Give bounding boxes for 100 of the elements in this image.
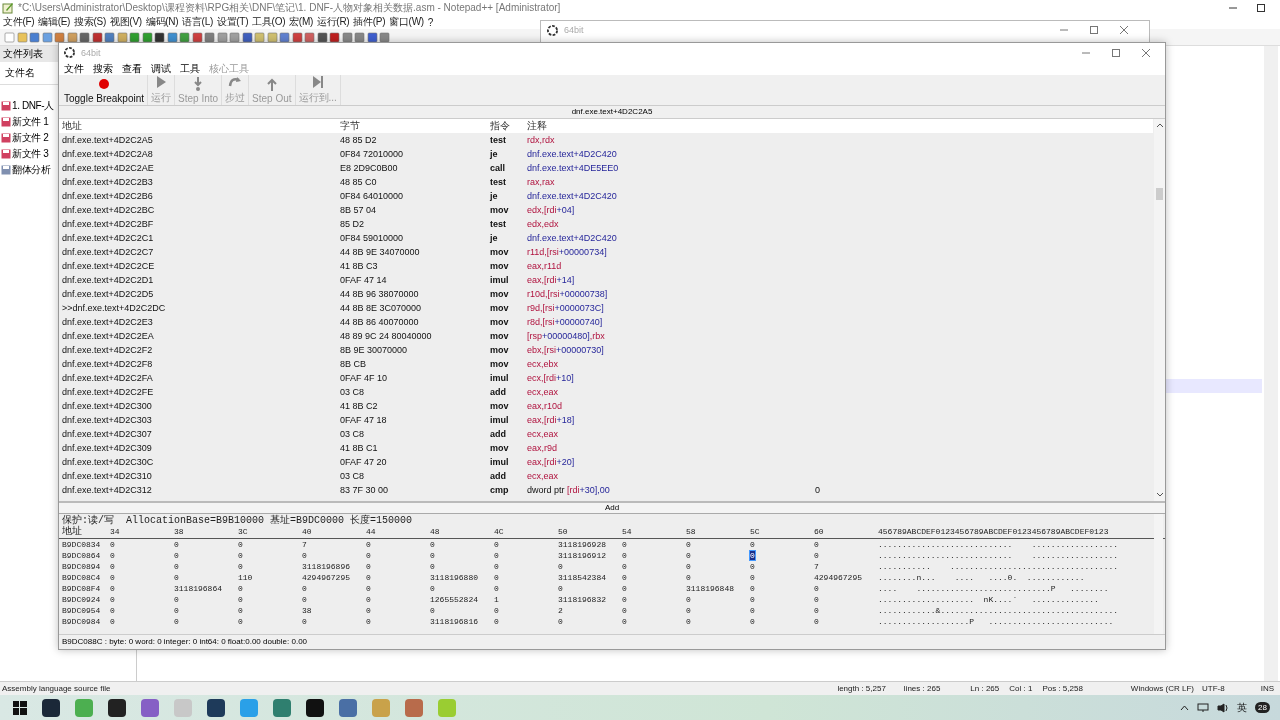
menu-item[interactable]: 窗口(W) bbox=[389, 15, 424, 29]
value-cell[interactable]: 2 bbox=[558, 606, 563, 615]
value-cell[interactable]: 0 bbox=[622, 573, 627, 582]
toolbar-button[interactable]: Toggle Breakpoint bbox=[61, 75, 149, 105]
column-header[interactable]: 字节 bbox=[340, 119, 490, 133]
scrollbar[interactable] bbox=[1154, 119, 1165, 501]
value-cell[interactable]: 0 bbox=[750, 573, 755, 582]
menu-item[interactable]: 文件(F) bbox=[3, 15, 35, 29]
value-cell[interactable]: 1265552824 bbox=[430, 595, 478, 604]
value-cell[interactable]: 0 bbox=[750, 540, 755, 549]
value-cell[interactable]: 0 bbox=[174, 573, 179, 582]
value-cell[interactable]: 0 bbox=[750, 595, 755, 604]
file-item[interactable]: 新文件 3 bbox=[12, 147, 49, 161]
value-cell[interactable]: 0 bbox=[174, 595, 179, 604]
input-language[interactable]: 英 bbox=[1237, 700, 1248, 715]
scrollbar-thumb[interactable] bbox=[1156, 188, 1163, 200]
value-cell[interactable]: 4294967295 bbox=[814, 573, 862, 582]
value-cell[interactable]: 0 bbox=[238, 595, 243, 604]
value-cell[interactable]: 0 bbox=[366, 562, 371, 571]
speaker-icon[interactable] bbox=[1217, 702, 1230, 713]
toolbar-icon[interactable] bbox=[91, 31, 103, 43]
value-cell[interactable]: 0 bbox=[366, 606, 371, 615]
value-cell[interactable]: 0 bbox=[558, 584, 563, 593]
value-cell[interactable]: 0 bbox=[430, 606, 435, 615]
value-cell[interactable]: 0 bbox=[238, 551, 243, 560]
value-cell[interactable]: 0 bbox=[110, 562, 115, 571]
menu-item[interactable]: 调试 bbox=[151, 61, 171, 76]
menu-item[interactable]: 搜索(S) bbox=[74, 15, 106, 29]
value-cell[interactable]: 0 bbox=[622, 595, 627, 604]
value-cell[interactable]: 0 bbox=[110, 551, 115, 560]
value-cell[interactable]: 0 bbox=[430, 584, 435, 593]
value-cell[interactable]: 0 bbox=[814, 540, 819, 549]
value-cell[interactable]: 0 bbox=[174, 606, 179, 615]
value-cell[interactable]: 0 bbox=[814, 595, 819, 604]
toolbar-icon[interactable] bbox=[316, 31, 328, 43]
value-cell[interactable]: 0 bbox=[110, 606, 115, 615]
menu-item[interactable]: 运行(R) bbox=[316, 15, 350, 29]
scroll-up-icon[interactable] bbox=[1155, 122, 1164, 128]
value-cell[interactable]: 0 bbox=[622, 584, 627, 593]
file-item[interactable]: 新文件 1 bbox=[12, 115, 49, 129]
value-cell[interactable]: 0 bbox=[110, 595, 115, 604]
add-button[interactable]: Add bbox=[59, 503, 1165, 514]
value-cell[interactable]: 3118196848 bbox=[686, 584, 734, 593]
menu-item[interactable]: ? bbox=[427, 16, 434, 28]
value-cell[interactable]: 0 bbox=[494, 573, 499, 582]
value-cell[interactable]: 0 bbox=[686, 551, 691, 560]
menu-item[interactable]: 工具 bbox=[180, 61, 200, 76]
value-cell[interactable]: 0 bbox=[238, 562, 243, 571]
value-cell[interactable]: 0 bbox=[430, 540, 435, 549]
menu-item[interactable]: 设置(T) bbox=[216, 15, 249, 29]
value-cell[interactable]: 3118196896 bbox=[302, 562, 350, 571]
value-cell[interactable]: 0 bbox=[686, 562, 691, 571]
menu-item[interactable]: 搜索 bbox=[93, 61, 113, 76]
value-cell[interactable]: 7 bbox=[302, 540, 307, 549]
value-cell[interactable]: 0 bbox=[366, 584, 371, 593]
value-cell[interactable]: 0 bbox=[558, 562, 563, 571]
value-cell[interactable]: 0 bbox=[750, 606, 755, 615]
menu-item[interactable]: 编码(N) bbox=[145, 15, 179, 29]
menu-item[interactable]: 语言(L) bbox=[182, 15, 213, 29]
column-header[interactable]: 地址 bbox=[62, 119, 340, 133]
app-icon[interactable] bbox=[42, 698, 60, 717]
value-cell[interactable]: 0 bbox=[366, 573, 371, 582]
file-item[interactable]: 新文件 2 bbox=[12, 131, 49, 145]
value-cell[interactable]: 3118196832 bbox=[558, 595, 606, 604]
value-cell[interactable]: 3118196816 bbox=[430, 617, 478, 626]
close-icon[interactable] bbox=[1119, 25, 1129, 35]
value-cell[interactable]: 0 bbox=[302, 551, 307, 560]
value-cell[interactable]: 0 bbox=[174, 562, 179, 571]
scroll-down-icon[interactable] bbox=[1155, 492, 1164, 498]
app-icon[interactable] bbox=[108, 698, 126, 717]
toolbar-icon[interactable] bbox=[241, 31, 253, 43]
close-icon[interactable] bbox=[1141, 47, 1151, 58]
value-cell[interactable]: 0 bbox=[750, 551, 755, 560]
notification-badge[interactable]: 28 bbox=[1255, 702, 1270, 713]
value-cell[interactable]: 0 bbox=[686, 595, 691, 604]
value-cell[interactable]: 0 bbox=[494, 584, 499, 593]
value-cell[interactable]: 3118196912 bbox=[558, 551, 606, 560]
value-cell[interactable]: 0 bbox=[366, 551, 371, 560]
value-cell[interactable]: 0 bbox=[494, 540, 499, 549]
value-cell[interactable]: 0 bbox=[494, 562, 499, 571]
toolbar-icon[interactable] bbox=[366, 31, 378, 43]
value-cell[interactable]: 0 bbox=[622, 562, 627, 571]
menu-item[interactable]: 编辑(E) bbox=[38, 15, 71, 29]
value-cell[interactable]: 110 bbox=[238, 573, 253, 582]
value-cell[interactable]: 0 bbox=[814, 606, 819, 615]
value-cell[interactable]: 0 bbox=[238, 540, 243, 549]
scrollbar[interactable] bbox=[1264, 46, 1278, 681]
value-cell[interactable]: 0 bbox=[302, 584, 307, 593]
value-cell[interactable]: 0 bbox=[430, 551, 435, 560]
value-cell[interactable]: 0 bbox=[750, 617, 755, 626]
value-cell[interactable]: 3118196928 bbox=[558, 540, 606, 549]
value-cell[interactable]: 0 bbox=[494, 617, 499, 626]
windows-start-icon[interactable] bbox=[13, 700, 27, 715]
caret-icon[interactable] bbox=[1180, 703, 1190, 712]
file-item[interactable]: 1. DNF-人 bbox=[12, 99, 54, 113]
toolbar-icon[interactable] bbox=[191, 31, 203, 43]
value-cell[interactable]: 0 bbox=[302, 617, 307, 626]
menu-item[interactable]: 文件 bbox=[64, 61, 84, 76]
value-cell[interactable]: 0 bbox=[238, 584, 243, 593]
menu-item[interactable]: 视图(V) bbox=[109, 15, 142, 29]
